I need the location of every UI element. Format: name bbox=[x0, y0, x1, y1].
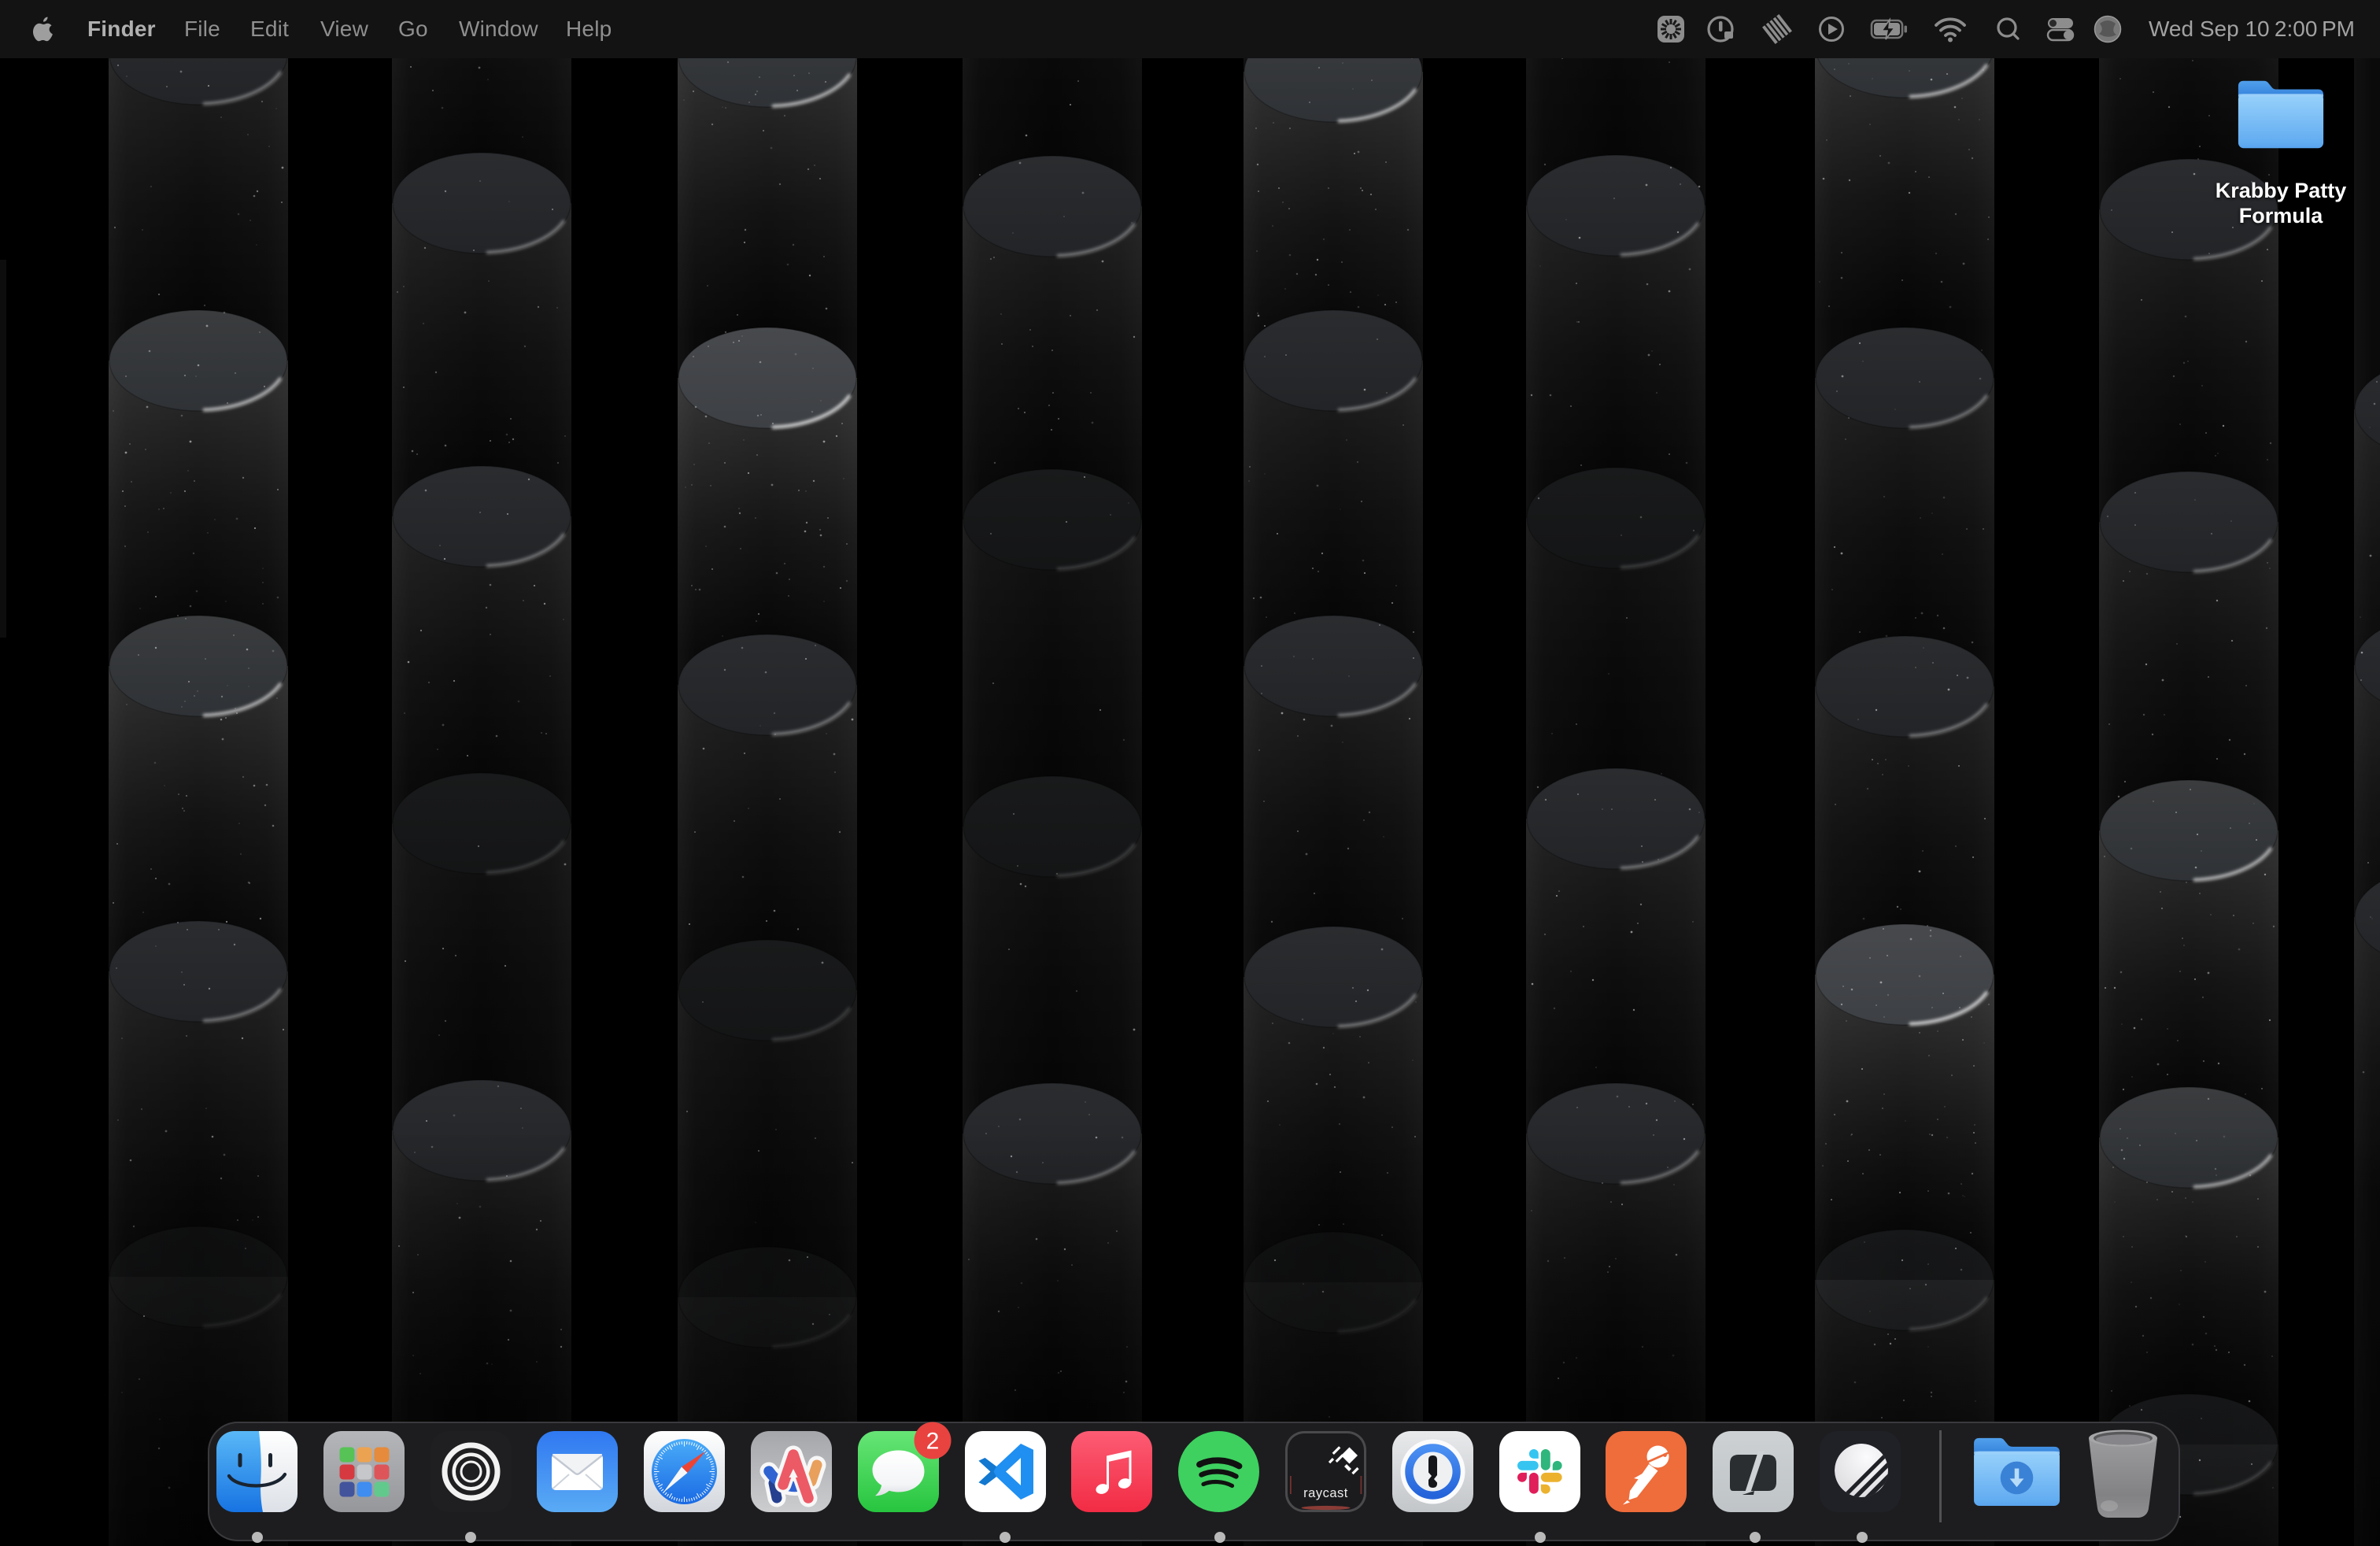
svg-text:2: 2 bbox=[926, 1429, 940, 1455]
svg-text:raycast: raycast bbox=[1303, 1486, 1348, 1500]
